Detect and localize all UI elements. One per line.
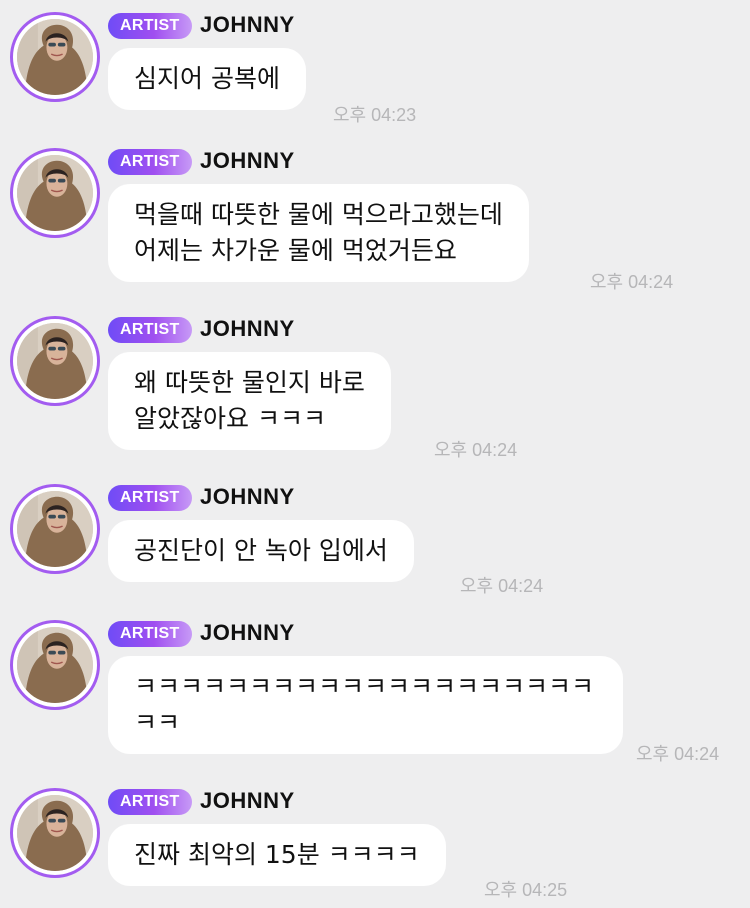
message-text-line: 공진단이 안 녹아 입에서: [134, 536, 388, 565]
profile-photo: [17, 155, 93, 231]
profile-photo: [17, 19, 93, 95]
profile-photo-graphic: [17, 491, 93, 567]
avatar[interactable]: [10, 12, 100, 102]
author-name: JOHNNY: [200, 12, 295, 37]
profile-photo-graphic: [17, 627, 93, 703]
profile-photo: [17, 795, 93, 871]
message-text-line: 먹을때 따뜻한 물에 먹으라고했는데: [134, 200, 503, 229]
profile-photo-graphic: [17, 795, 93, 871]
artist-badge: ARTIST: [108, 149, 192, 175]
author-name: JOHNNY: [200, 316, 295, 341]
message-timestamp: 오후 04:24: [460, 576, 544, 596]
message-bubble[interactable]: 진짜 최악의 15분 ㅋㅋㅋㅋ: [108, 824, 446, 886]
author-name: JOHNNY: [200, 148, 295, 173]
profile-photo: [17, 627, 93, 703]
avatar[interactable]: [10, 620, 100, 710]
message-bubble[interactable]: 공진단이 안 녹아 입에서: [108, 520, 414, 582]
message-text-line: ㅋㅋㅋㅋㅋㅋㅋㅋㅋㅋㅋㅋㅋㅋㅋㅋㅋㅋㅋㅋ: [134, 672, 595, 701]
artist-badge: ARTIST: [108, 485, 192, 511]
avatar[interactable]: [10, 484, 100, 574]
message-timestamp: 오후 04:24: [636, 744, 720, 764]
message-timestamp: 오후 04:24: [590, 272, 674, 292]
message-timestamp: 오후 04:23: [333, 105, 417, 125]
author-name: JOHNNY: [200, 620, 295, 645]
message-bubble[interactable]: ㅋㅋㅋㅋㅋㅋㅋㅋㅋㅋㅋㅋㅋㅋㅋㅋㅋㅋㅋㅋ ㅋㅋ: [108, 656, 623, 754]
message-text-line: 진짜 최악의 15분 ㅋㅋㅋㅋ: [134, 840, 420, 869]
message-timestamp: 오후 04:25: [484, 880, 568, 900]
avatar[interactable]: [10, 788, 100, 878]
message-timestamp: 오후 04:24: [434, 440, 518, 460]
author-name: JOHNNY: [200, 788, 295, 813]
profile-photo-graphic: [17, 19, 93, 95]
message-text-line: 왜 따뜻한 물인지 바로: [134, 368, 365, 397]
avatar[interactable]: [10, 316, 100, 406]
profile-photo-graphic: [17, 155, 93, 231]
message-text-line: ㅋㅋ: [134, 708, 181, 737]
message-bubble[interactable]: 먹을때 따뜻한 물에 먹으라고했는데 어제는 차가운 물에 먹었거든요: [108, 184, 529, 282]
profile-photo-graphic: [17, 323, 93, 399]
profile-photo: [17, 323, 93, 399]
artist-badge: ARTIST: [108, 13, 192, 39]
profile-photo: [17, 491, 93, 567]
artist-badge: ARTIST: [108, 621, 192, 647]
avatar[interactable]: [10, 148, 100, 238]
message-bubble[interactable]: 왜 따뜻한 물인지 바로 알았잖아요 ㅋㅋㅋ: [108, 352, 391, 450]
artist-badge: ARTIST: [108, 789, 192, 815]
message-text-line: 알았잖아요 ㅋㅋㅋ: [134, 404, 326, 433]
message-text-line: 어제는 차가운 물에 먹었거든요: [134, 236, 457, 265]
artist-badge: ARTIST: [108, 317, 192, 343]
author-name: JOHNNY: [200, 484, 295, 509]
message-text-line: 심지어 공복에: [134, 64, 280, 93]
message-bubble[interactable]: 심지어 공복에: [108, 48, 306, 110]
